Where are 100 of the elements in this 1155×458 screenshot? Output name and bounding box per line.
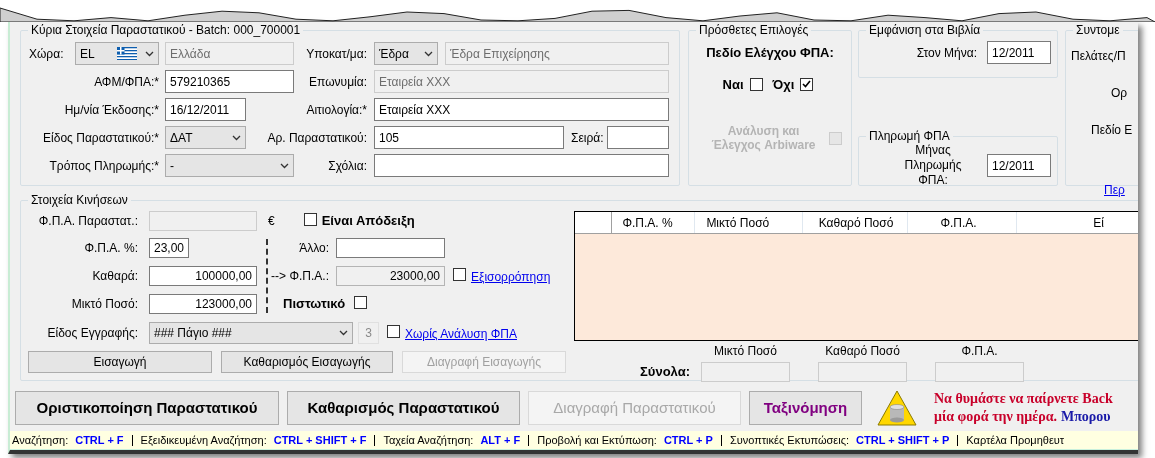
vat-percent-field[interactable]: 23,00 — [149, 238, 189, 258]
checkbox[interactable] — [749, 77, 763, 91]
document-type-combo[interactable]: ΔΑΤ — [165, 126, 246, 149]
checkbox[interactable] — [800, 77, 814, 91]
field-label: Ναι — [722, 75, 744, 94]
field-label: Ορ — [1111, 86, 1128, 100]
option-label: Ανάλυση και Έλεγχος Arbiware — [710, 124, 817, 152]
field-label: Είναι Απόδειξη — [321, 212, 415, 231]
field-label: Πεδίο Ελέγχου ΦΠΑ: — [706, 44, 834, 62]
form-button[interactable]: Εισαγωγή — [28, 351, 212, 373]
column-header[interactable]: Καθαρό Ποσό — [802, 212, 909, 233]
field-label: Πελάτες/Π — [1071, 49, 1126, 63]
field-label: Καθαρά: — [91, 268, 138, 285]
reminder-link[interactable]: Μπορου — [1060, 408, 1111, 426]
reminder-text: Να θυμάστε να παίρνετε Back — [934, 390, 1113, 408]
date-field[interactable]: 16/12/2011 — [165, 98, 246, 121]
field-label: Καθαρό Ποσό — [825, 343, 900, 360]
field-label: Μικτό Ποσό: — [70, 296, 138, 313]
link[interactable]: Χωρίς Ανάλυση ΦΠΑ — [405, 327, 517, 341]
group-title: Στοιχεία Κινήσεων — [30, 193, 129, 207]
action-button[interactable]: Ταξινόμηση — [749, 391, 862, 425]
vat-amount-field[interactable]: 23000,00 — [336, 266, 445, 286]
field-label: Σχόλια: — [327, 157, 367, 175]
shortcut-label: Προβολή και Εκτύπωση: — [537, 432, 657, 448]
country-combo[interactable]: EL — [75, 42, 159, 65]
group-title: Πρόσθετες Επιλογές — [698, 23, 810, 37]
field-label: Όχι — [772, 75, 795, 94]
link[interactable]: Περ — [1104, 183, 1125, 197]
shortcut-keys: CTRL + F — [75, 431, 124, 449]
payment-month-field[interactable]: 12/2011 — [987, 154, 1051, 177]
field-label: Αιτιολογία:* — [305, 101, 367, 119]
field-label: Χώρα: — [28, 45, 65, 63]
field-label: Μήνας Πληρωμής ΦΠΑ: — [903, 143, 963, 188]
warning-database-icon — [877, 390, 917, 426]
series-field[interactable] — [607, 126, 669, 149]
field-label: Στον Μήνα: — [916, 44, 977, 62]
reason-field[interactable]: Εταιρεία XXX — [374, 98, 669, 121]
field-label: Είδος Εγγραφής: — [46, 325, 138, 342]
group-title: Πληρωμή ΦΠΑ — [868, 129, 951, 143]
count-field: 3 — [358, 322, 379, 344]
shortcut-keys: ALT + F — [480, 431, 521, 449]
chevron-down-icon — [339, 330, 348, 336]
shortcut-label: Συνοπτικές Εκτυπώσεις: — [729, 432, 850, 448]
net-amount-field[interactable]: 100000,00 — [149, 266, 257, 286]
field-label: ΑΦΜ/ΦΠΑ:* — [93, 73, 159, 91]
month-field[interactable]: 12/2011 — [987, 41, 1051, 64]
other-field[interactable] — [336, 238, 445, 258]
shortcut-label: Καρτέλα Προμηθευτ — [966, 432, 1065, 448]
chevron-down-icon — [145, 50, 154, 57]
checkbox[interactable] — [303, 213, 317, 226]
link[interactable]: Εξισορρόπηση — [471, 270, 551, 284]
chevron-down-icon — [424, 50, 433, 57]
gross-amount-field[interactable]: 123000,00 — [149, 294, 257, 314]
column-header[interactable]: Φ.Π.Α. % — [612, 212, 696, 233]
shortcut-keys: CTRL + SHIFT + P — [856, 431, 950, 449]
column-header[interactable]: Εί — [1017, 212, 1138, 233]
shortcut-label: Αναζήτηση: — [12, 432, 69, 448]
field-label: Φ.Π.Α. — [961, 343, 998, 360]
action-button[interactable]: Οριστικοποίηση Παραστατικού — [15, 391, 279, 425]
field-label: Πιστωτικό — [283, 295, 346, 314]
flag-icon — [117, 46, 137, 61]
reminder-text: μία φορά την ημέρα. — [934, 408, 1057, 426]
field-label: Άλλο: — [298, 240, 329, 257]
field-label: Σύνολα: — [639, 362, 690, 381]
checkbox[interactable] — [354, 296, 368, 309]
branch-combo[interactable]: Έδρα — [374, 42, 438, 65]
document-number-field[interactable]: 105 — [374, 126, 564, 149]
column-header[interactable]: Φ.Π.Α. — [908, 212, 1018, 233]
field-label: Είδος Παραστατικού:* — [42, 129, 159, 147]
shortcut-label: Ταχεία Αναζήτηση: — [383, 432, 474, 448]
field-label: Αρ. Παραστατικού: — [267, 129, 367, 147]
form-button[interactable]: Καθαρισμός Εισαγωγής — [221, 351, 393, 373]
field-label: Σειρά: — [571, 129, 605, 147]
entry-type-combo[interactable]: ### Πάγιο ### — [149, 322, 353, 344]
group-title: Κύρια Στοιχεία Παραστατικού - Batch: 000_700001 — [30, 23, 302, 37]
shortcut-keys: CTRL + SHIFT + F — [273, 431, 367, 449]
column-header[interactable]: Μικτό Ποσό — [695, 212, 803, 233]
field-label: Μικτό Ποσό — [714, 343, 777, 360]
group-title: Εμφάνιση στα Βιβλία — [868, 23, 982, 37]
checkbox[interactable] — [387, 325, 400, 338]
field-label: Πεδίο Ε — [1091, 123, 1133, 137]
comments-field[interactable] — [374, 154, 669, 177]
vat-number-field[interactable]: 579210365 — [165, 70, 294, 93]
field-label: Τρόπος Πληρωμής:* — [48, 157, 159, 175]
shortcut-keys: CTRL + P — [663, 431, 713, 449]
chevron-down-icon — [280, 162, 289, 169]
field-label: Επωνυμία: — [308, 73, 367, 91]
payment-method-combo[interactable]: - — [165, 154, 294, 177]
checkbox[interactable] — [453, 268, 466, 281]
group-title: Συντομε — [1075, 23, 1121, 37]
field-label: Ημ/νία Έκδοσης:* — [63, 101, 159, 119]
action-button[interactable]: Καθαρισμός Παραστατικού — [287, 391, 520, 425]
field-label: Φ.Π.Α. Παραστατ.: — [37, 213, 138, 230]
shortcut-label: Εξειδικευμένη Αναζήτηση: — [140, 432, 267, 448]
currency-label: € — [268, 213, 275, 230]
chevron-down-icon — [232, 134, 241, 141]
check-icon — [802, 80, 812, 89]
field-label: Υποκατ/μα: — [305, 45, 367, 63]
field-label: Φ.Π.Α. %: — [83, 240, 138, 257]
field-label: --> Φ.Π.Α.: — [270, 268, 329, 285]
